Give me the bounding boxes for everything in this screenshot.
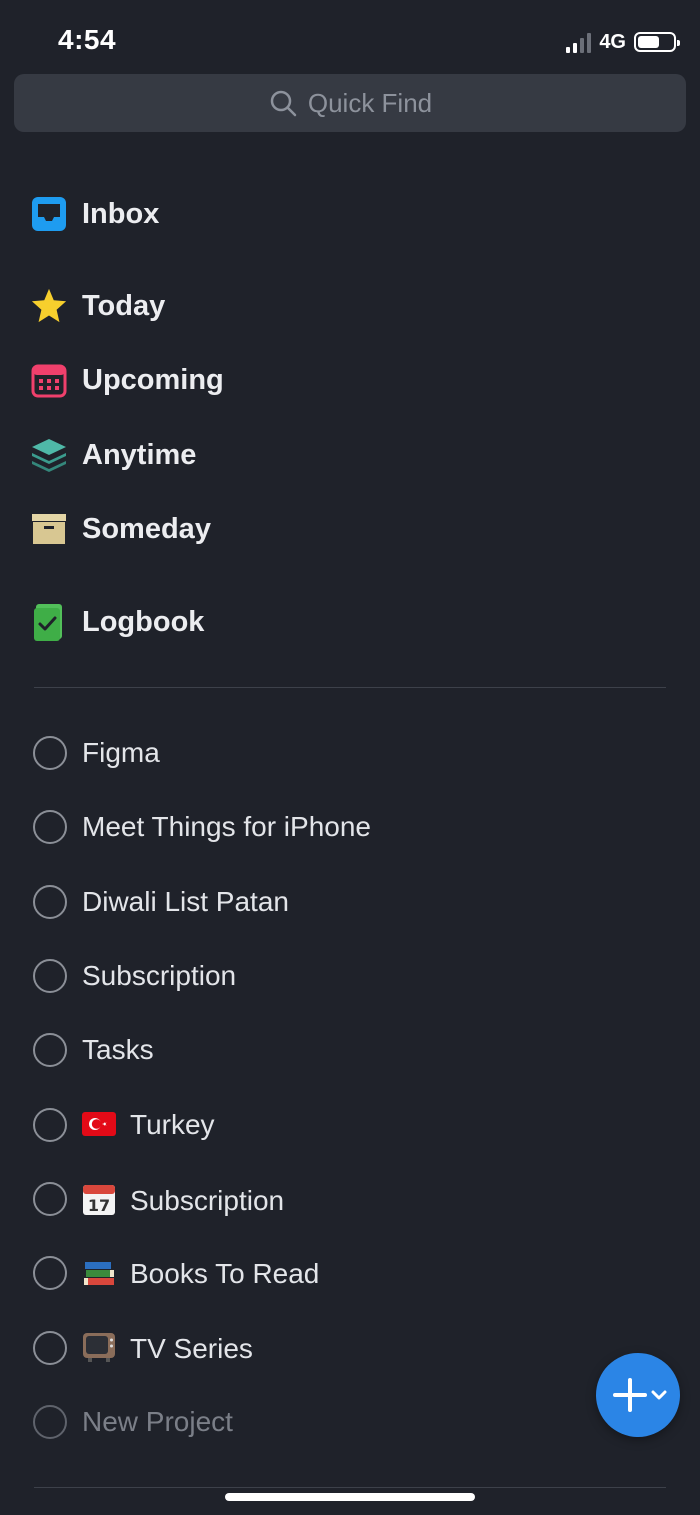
television-icon — [83, 1333, 115, 1362]
project-circle-icon — [33, 1182, 67, 1216]
inbox-icon — [30, 195, 68, 233]
add-button[interactable] — [596, 1353, 680, 1437]
project-label: Tasks — [82, 1034, 154, 1065]
nav-label: Today — [82, 289, 166, 322]
quick-find-search[interactable]: Quick Find — [14, 74, 686, 132]
project-label-row: TV Series — [82, 1331, 253, 1365]
project-label-row: Books To Read — [82, 1257, 319, 1290]
calendar-17-icon: 17 — [83, 1184, 115, 1215]
cellular-signal-icon — [566, 31, 592, 53]
new-project-item[interactable]: New Project — [30, 1400, 233, 1444]
divider — [34, 687, 666, 688]
status-time: 4:54 — [58, 24, 117, 55]
project-item[interactable]: Figma — [30, 731, 160, 775]
project-circle-icon — [33, 810, 67, 844]
project-item[interactable]: Subscription — [30, 954, 236, 998]
nav-item-logbook[interactable]: Logbook — [30, 600, 204, 644]
project-circle-icon — [33, 959, 67, 993]
project-label: Subscription — [82, 960, 237, 991]
new-project-label: New Project — [82, 1406, 233, 1437]
network-type: 4G — [599, 30, 626, 53]
divider — [34, 1487, 666, 1488]
status-bar: 4:54 4G — [0, 0, 700, 74]
nav-label: Upcoming — [82, 363, 224, 396]
nav-item-anytime[interactable]: Anytime — [30, 433, 196, 477]
home-indicator[interactable] — [225, 1493, 475, 1501]
search-placeholder: Quick Find — [307, 87, 433, 118]
battery-icon — [634, 32, 680, 52]
turkey-flag-icon — [82, 1112, 116, 1136]
project-label: Meet Things for iPhone — [82, 811, 371, 842]
project-circle-icon — [33, 736, 67, 770]
project-circle-icon — [33, 1108, 67, 1142]
project-circle-icon — [33, 885, 67, 919]
nav-item-someday[interactable]: Someday — [30, 507, 211, 551]
project-item[interactable]: Meet Things for iPhone — [30, 805, 371, 849]
project-label: Diwali List Patan — [82, 886, 289, 917]
nav-label: Logbook — [82, 605, 205, 638]
calendar-icon — [30, 361, 68, 399]
project-item[interactable]: 17 Subscription — [30, 1177, 284, 1221]
project-item[interactable]: Books To Read — [30, 1251, 319, 1295]
project-item[interactable]: Tasks — [30, 1028, 154, 1072]
project-circle-icon — [33, 1331, 67, 1365]
project-circle-icon — [33, 1405, 67, 1439]
search-icon — [270, 90, 297, 117]
logbook-icon — [30, 603, 68, 641]
nav-item-inbox[interactable]: Inbox — [30, 192, 159, 236]
project-item[interactable]: TV Series — [30, 1326, 253, 1370]
archive-box-icon — [30, 510, 68, 548]
nav-label: Someday — [82, 512, 211, 545]
star-icon — [30, 287, 68, 325]
svg-text:17: 17 — [88, 1196, 110, 1215]
plus-chevron-icon — [613, 1378, 667, 1412]
nav-item-today[interactable]: Today — [30, 284, 165, 328]
nav-label: Inbox — [82, 197, 160, 230]
books-icon — [84, 1261, 114, 1285]
project-label: Turkey — [130, 1109, 215, 1140]
project-circle-icon — [33, 1033, 67, 1067]
project-label: Subscription — [130, 1184, 285, 1216]
status-indicators: 4G — [566, 30, 680, 54]
project-label: TV Series — [130, 1333, 253, 1364]
project-item[interactable]: Diwali List Patan — [30, 880, 289, 924]
project-label-row: Turkey — [82, 1109, 215, 1141]
layers-icon — [30, 436, 68, 474]
project-item[interactable]: Turkey — [30, 1103, 215, 1147]
nav-item-upcoming[interactable]: Upcoming — [30, 358, 224, 402]
project-circle-icon — [33, 1256, 67, 1290]
nav-label: Anytime — [82, 438, 197, 471]
project-label: Books To Read — [130, 1257, 320, 1289]
project-label-row: 17 Subscription — [82, 1182, 284, 1217]
project-label: Figma — [82, 737, 160, 768]
